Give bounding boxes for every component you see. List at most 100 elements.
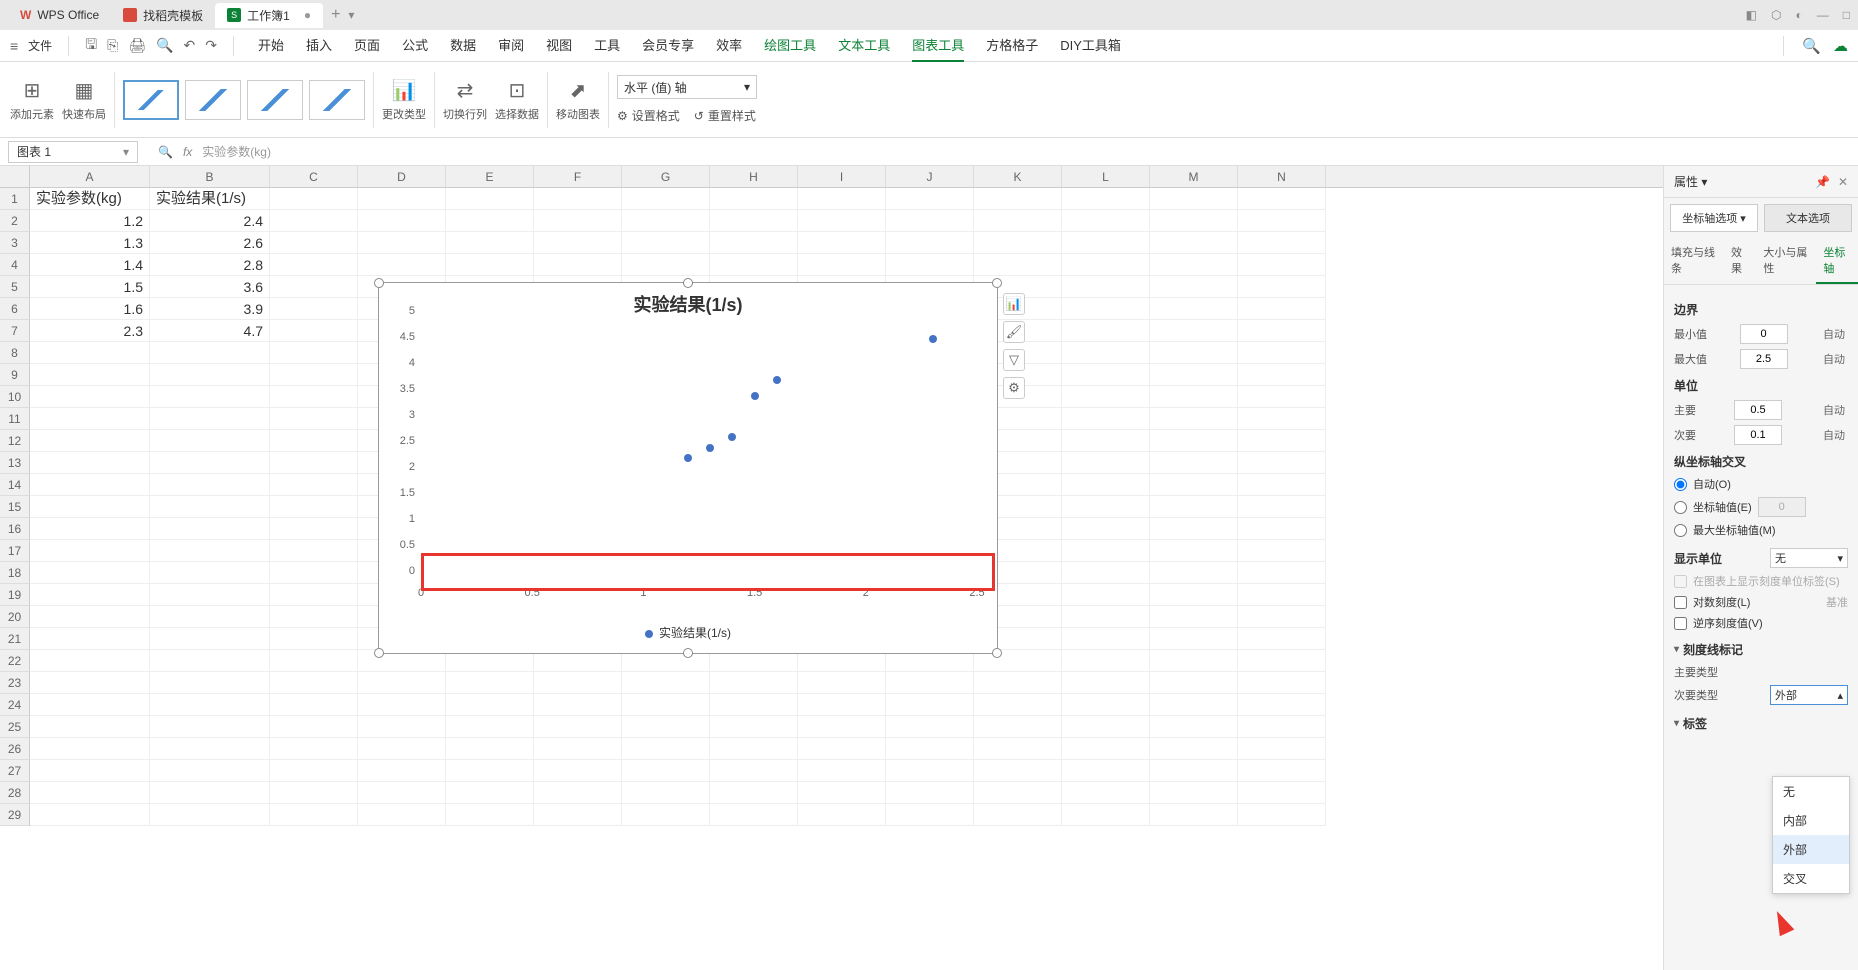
menu-data[interactable]: 数据	[450, 29, 476, 62]
row-header[interactable]: 5	[0, 276, 30, 298]
row-header[interactable]: 13	[0, 452, 30, 474]
quick-layout-button[interactable]: ▦快速布局	[62, 78, 106, 122]
cell[interactable]	[1062, 386, 1150, 408]
chart-style-3[interactable]	[247, 80, 303, 120]
cell[interactable]: 实验参数(kg)	[30, 188, 150, 210]
cell[interactable]	[622, 210, 710, 232]
cell[interactable]	[622, 232, 710, 254]
cell[interactable]	[150, 364, 270, 386]
cell[interactable]	[446, 782, 534, 804]
cell[interactable]	[1062, 364, 1150, 386]
change-type-button[interactable]: 📊更改类型	[382, 78, 426, 122]
reset-style-button[interactable]: ↺重置样式	[694, 107, 756, 124]
cell[interactable]	[1150, 232, 1238, 254]
col-header[interactable]: D	[358, 166, 446, 187]
cell[interactable]	[974, 254, 1062, 276]
cell[interactable]	[1238, 804, 1326, 826]
cell[interactable]	[30, 342, 150, 364]
chart-settings-icon[interactable]: ⚙	[1003, 377, 1025, 399]
spreadsheet[interactable]: A B C D E F G H I J K L M N 1实验参数(kg)实验结…	[0, 166, 1663, 970]
cell[interactable]	[30, 694, 150, 716]
cell[interactable]	[886, 188, 974, 210]
cell[interactable]	[974, 760, 1062, 782]
cell[interactable]	[1062, 276, 1150, 298]
cell[interactable]	[1238, 694, 1326, 716]
cell[interactable]	[150, 562, 270, 584]
cell[interactable]	[622, 738, 710, 760]
cell[interactable]	[798, 232, 886, 254]
cell[interactable]	[1062, 474, 1150, 496]
cell[interactable]: 1.5	[30, 276, 150, 298]
cell[interactable]	[1150, 716, 1238, 738]
cell[interactable]	[1062, 210, 1150, 232]
chart-styles-icon[interactable]: 🖌	[1003, 321, 1025, 343]
cell[interactable]	[1238, 474, 1326, 496]
select-data-button[interactable]: ⊡选择数据	[495, 78, 539, 122]
cell[interactable]	[30, 364, 150, 386]
cell[interactable]	[1150, 518, 1238, 540]
cell[interactable]: 4.7	[150, 320, 270, 342]
cell[interactable]	[270, 694, 358, 716]
row-header[interactable]: 2	[0, 210, 30, 232]
cell[interactable]	[270, 716, 358, 738]
cell[interactable]	[886, 760, 974, 782]
cell[interactable]	[358, 672, 446, 694]
cell[interactable]	[446, 232, 534, 254]
file-menu[interactable]: 文件	[28, 37, 52, 54]
cell[interactable]	[1238, 562, 1326, 584]
cell[interactable]	[1238, 738, 1326, 760]
cell[interactable]	[974, 804, 1062, 826]
cell[interactable]	[270, 474, 358, 496]
cell[interactable]	[1238, 650, 1326, 672]
cell[interactable]	[798, 188, 886, 210]
col-header[interactable]: J	[886, 166, 974, 187]
cell[interactable]	[1238, 518, 1326, 540]
cell[interactable]	[534, 694, 622, 716]
cell[interactable]	[1150, 188, 1238, 210]
menu-start[interactable]: 开始	[258, 29, 284, 62]
row-header[interactable]: 6	[0, 298, 30, 320]
log-scale-checkbox[interactable]	[1674, 596, 1687, 609]
menu-formula[interactable]: 公式	[402, 29, 428, 62]
cell[interactable]	[534, 254, 622, 276]
cell[interactable]	[150, 760, 270, 782]
cell[interactable]	[710, 694, 798, 716]
cell[interactable]	[150, 716, 270, 738]
menu-tools[interactable]: 工具	[594, 29, 620, 62]
menu-insert[interactable]: 插入	[306, 29, 332, 62]
user-icon[interactable]: ◐	[1796, 8, 1803, 22]
cell[interactable]	[270, 276, 358, 298]
add-tab-button[interactable]: +	[331, 6, 340, 24]
tab-text-options[interactable]: 文本选项	[1764, 204, 1852, 232]
cell[interactable]	[622, 716, 710, 738]
cell[interactable]	[446, 804, 534, 826]
cell[interactable]	[358, 232, 446, 254]
cell[interactable]	[30, 496, 150, 518]
col-header[interactable]: G	[622, 166, 710, 187]
cell[interactable]	[1062, 232, 1150, 254]
cell[interactable]	[358, 782, 446, 804]
data-point[interactable]	[929, 335, 937, 343]
cell[interactable]	[1062, 408, 1150, 430]
cell[interactable]	[270, 738, 358, 760]
cell[interactable]	[30, 386, 150, 408]
cell[interactable]	[798, 738, 886, 760]
cell[interactable]	[1150, 386, 1238, 408]
cell[interactable]	[150, 386, 270, 408]
cell[interactable]	[622, 254, 710, 276]
min-input[interactable]	[1740, 324, 1788, 344]
cell[interactable]	[270, 298, 358, 320]
cell[interactable]: 1.6	[30, 298, 150, 320]
row-header[interactable]: 27	[0, 760, 30, 782]
cell[interactable]	[1062, 694, 1150, 716]
cell[interactable]	[1062, 606, 1150, 628]
cell[interactable]	[534, 672, 622, 694]
cell[interactable]	[886, 716, 974, 738]
menu-icon[interactable]: ≡	[10, 38, 18, 54]
cross-auto-radio[interactable]	[1674, 478, 1687, 491]
cell[interactable]	[1238, 672, 1326, 694]
cell[interactable]	[534, 804, 622, 826]
section-labels[interactable]: 标签	[1674, 715, 1848, 732]
cell[interactable]	[30, 804, 150, 826]
cell[interactable]	[1150, 430, 1238, 452]
